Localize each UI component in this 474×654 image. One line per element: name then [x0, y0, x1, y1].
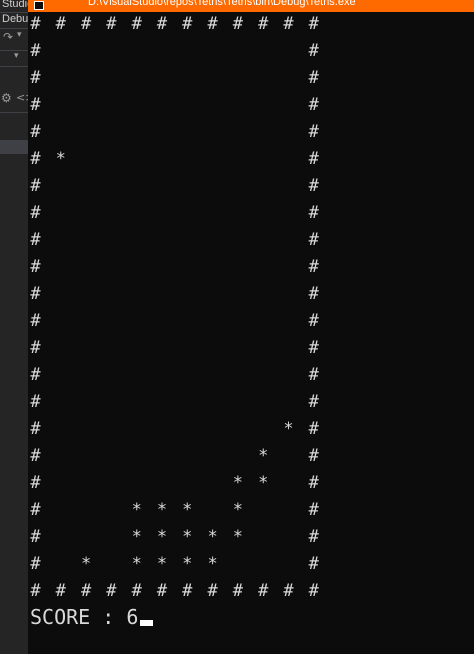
board-wall-cell: # — [30, 257, 41, 277]
board-wall-cell: # — [30, 419, 41, 439]
board-wall-cell: # — [30, 446, 41, 466]
board-wall-cell: # — [283, 14, 294, 34]
board-wall-cell: # — [131, 14, 142, 34]
board-wall-cell: # — [308, 500, 319, 520]
ide-divider — [0, 66, 28, 67]
board-wall-cell: # — [308, 257, 319, 277]
board-wall-cell: # — [182, 581, 193, 601]
board-wall-cell: # — [131, 581, 142, 601]
board-wall-cell: # — [30, 338, 41, 358]
board-wall-cell: # — [30, 122, 41, 142]
board-wall-cell: # — [30, 230, 41, 250]
tetris-block-cell: * — [258, 473, 269, 493]
tetris-block-cell: * — [232, 500, 244, 520]
board-wall-cell: # — [30, 284, 41, 304]
board-wall-cell: # — [308, 14, 319, 34]
board-wall-cell: # — [308, 419, 319, 439]
score-label: SCORE : — [30, 605, 127, 629]
tetris-block-cell: * — [182, 500, 193, 520]
tetris-block-cell: * — [156, 554, 168, 574]
ide-title-fragment: Studio — [2, 0, 28, 10]
tetris-block-cell: * — [182, 554, 193, 574]
board-wall-cell: # — [55, 14, 66, 34]
board-wall-cell: # — [308, 311, 319, 331]
score-line: SCORE : 6 — [30, 605, 154, 629]
score-value: 6 — [126, 605, 139, 629]
board-wall-cell: # — [30, 149, 41, 169]
tetris-block-cell: * — [156, 500, 168, 520]
board-wall-cell: # — [30, 500, 41, 520]
tetris-block-cell: * — [232, 527, 244, 547]
board-wall-cell: # — [182, 14, 193, 34]
dropdown-icon[interactable]: ▾ — [14, 51, 19, 61]
board-wall-cell: # — [106, 14, 117, 34]
tetris-block-cell: * — [131, 554, 142, 574]
tetris-block-cell: * — [131, 500, 142, 520]
board-wall-cell: # — [308, 365, 319, 385]
board-wall-cell: # — [232, 581, 244, 601]
board-wall-cell: # — [308, 473, 319, 493]
tetris-block-cell: * — [80, 554, 92, 574]
board-wall-cell: # — [30, 14, 41, 34]
settings-icon[interactable]: ⚙ — [1, 91, 12, 105]
tetris-block-cell: * — [131, 527, 142, 547]
text-cursor — [140, 620, 154, 626]
board-wall-cell: # — [308, 41, 319, 61]
board-wall-cell: # — [30, 41, 41, 61]
board-wall-cell: # — [308, 338, 319, 358]
board-wall-cell: # — [80, 14, 92, 34]
board-wall-cell: # — [30, 581, 41, 601]
console-title-bar[interactable]: D:\VisualStudio\repos\Tetris\Tetris\bin\… — [28, 0, 474, 12]
tetris-block-cell: * — [182, 527, 193, 547]
board-wall-cell: # — [308, 554, 319, 574]
board-wall-cell: # — [156, 581, 168, 601]
board-wall-cell: # — [106, 581, 117, 601]
board-wall-cell: # — [232, 14, 244, 34]
board-wall-cell: # — [80, 581, 92, 601]
board-wall-cell: # — [308, 203, 319, 223]
tetris-block-cell: * — [207, 527, 218, 547]
board-wall-cell: # — [308, 122, 319, 142]
board-wall-cell: # — [308, 68, 319, 88]
board-wall-cell: # — [308, 581, 319, 601]
board-wall-cell: # — [308, 95, 319, 115]
board-wall-cell: # — [258, 14, 269, 34]
board-wall-cell: # — [308, 230, 319, 250]
tetris-block-cell: * — [55, 149, 66, 169]
console-output-area[interactable]: # # # # # # # # # # # # # # # # # # # # # # # # # # # # # # # # # # # # # # # #… — [28, 12, 474, 654]
board-wall-cell: # — [156, 14, 168, 34]
board-wall-cell: # — [30, 392, 41, 412]
board-wall-cell: # — [308, 392, 319, 412]
redo-icon[interactable]: ↷ — [3, 30, 13, 44]
board-wall-cell: # — [308, 446, 319, 466]
dropdown-icon[interactable]: ▾ — [17, 30, 22, 40]
board-wall-cell: # — [30, 68, 41, 88]
tetris-block-cell: * — [258, 446, 269, 466]
board-wall-cell: # — [30, 176, 41, 196]
board-wall-cell: # — [207, 14, 218, 34]
board-wall-cell: # — [308, 149, 319, 169]
board-wall-cell: # — [30, 203, 41, 223]
tetris-block-cell: * — [156, 527, 168, 547]
board-wall-cell: # — [30, 95, 41, 115]
tetris-block-cell: * — [283, 419, 294, 439]
board-wall-cell: # — [258, 581, 269, 601]
board-wall-cell: # — [283, 581, 294, 601]
console-app-icon — [34, 1, 44, 10]
board-wall-cell: # — [308, 527, 319, 547]
window-title: D:\VisualStudio\repos\Tetris\Tetris\bin\… — [88, 0, 356, 8]
tetris-block-cell: * — [207, 554, 218, 574]
board-wall-cell: # — [30, 365, 41, 385]
board-wall-cell: # — [55, 581, 66, 601]
board-wall-cell: # — [30, 311, 41, 331]
board-wall-cell: # — [30, 554, 41, 574]
board-wall-cell: # — [207, 581, 218, 601]
tetris-block-cell: * — [232, 473, 244, 493]
board-wall-cell: # — [308, 284, 319, 304]
board-wall-cell: # — [30, 527, 41, 547]
board-wall-cell: # — [308, 176, 319, 196]
board-wall-cell: # — [30, 473, 41, 493]
